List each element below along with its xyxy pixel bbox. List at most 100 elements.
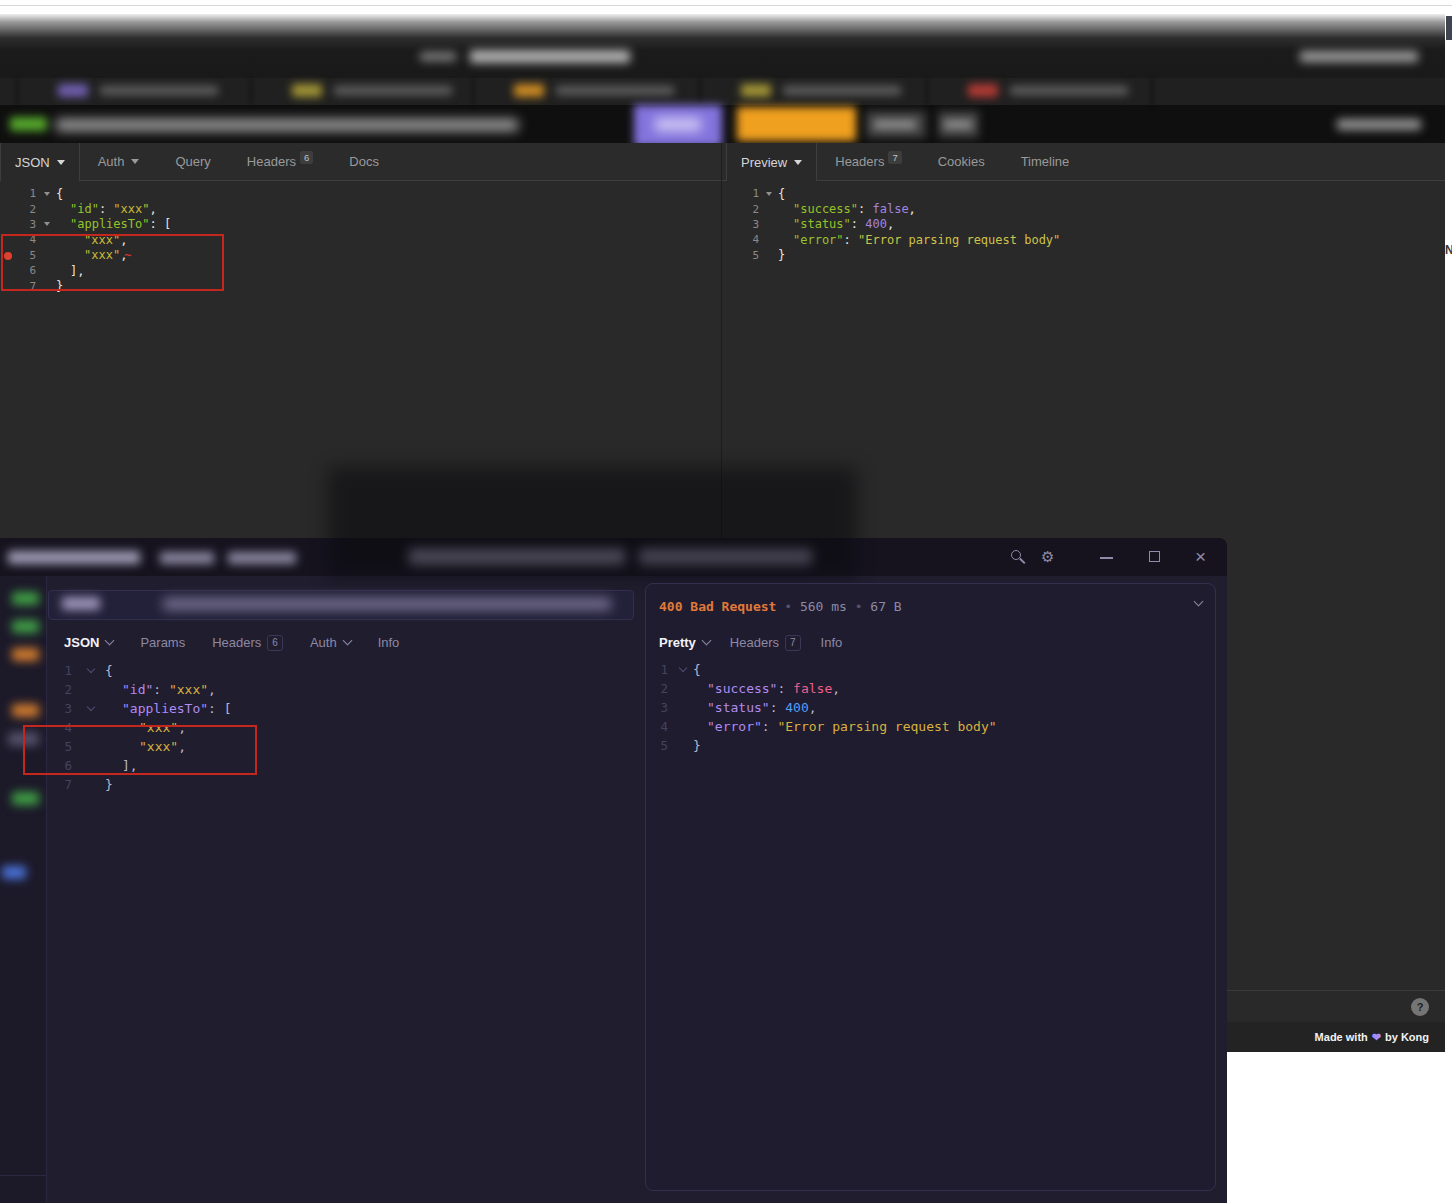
line-number: 5 (722, 249, 763, 262)
front-annotation-rectangle (23, 725, 257, 775)
tab-headers[interactable]: Headers7 (730, 635, 801, 651)
line-number: 2 (645, 681, 672, 696)
token-s: "xxx" (169, 682, 208, 697)
token-p: , (887, 217, 894, 231)
redacted-sidebar-method (2, 866, 26, 879)
tab-timeline[interactable]: Timeline (1003, 143, 1088, 180)
minimize-button[interactable] (1100, 557, 1113, 559)
redacted-overlay (328, 467, 857, 578)
redacted-orange-button[interactable] (737, 107, 856, 141)
code-line-1: 1{ (0, 186, 700, 201)
status-badge: 400 Bad Request (659, 599, 776, 614)
redacted-method-badge (968, 84, 998, 97)
fold-arrow-icon[interactable] (76, 707, 105, 710)
page-edge-tick (1446, 16, 1452, 40)
request-tab-bar: JSON Auth QueryHeaders6 Docs (0, 143, 721, 181)
redacted-front-title-2 (160, 552, 214, 564)
tab-info[interactable]: Info (378, 635, 400, 650)
token-p: : (99, 202, 113, 216)
token-k: "success" (793, 202, 858, 216)
line-number: 1 (0, 187, 40, 200)
fold-arrow-icon[interactable] (76, 669, 105, 672)
code-line-4: 4"error": "Error parsing request body" (645, 717, 1205, 736)
chevron-down-icon (794, 160, 802, 165)
tab-label: Auth (98, 154, 125, 169)
fold-arrow-icon[interactable] (40, 222, 54, 226)
code-line-7: 7} (51, 775, 631, 794)
token-p: : (153, 682, 169, 697)
code-line-2: 2"id": "xxx", (51, 680, 631, 699)
chevron-down-icon (701, 636, 711, 646)
tab-params[interactable]: Params (140, 635, 185, 650)
code-text: { (778, 187, 785, 201)
page-edge-letter: N (1445, 243, 1452, 257)
redacted-timestamp (1337, 119, 1421, 130)
fold-arrow-icon[interactable] (763, 192, 775, 196)
tab-info[interactable]: Info (821, 635, 843, 650)
tab-label: Cookies (938, 154, 985, 169)
tab-auth[interactable]: Auth (310, 635, 351, 650)
tab-label: Headers (730, 635, 779, 650)
tab-query[interactable]: Query (157, 143, 228, 180)
tab-pretty[interactable]: Pretty (659, 635, 710, 650)
token-p: { (56, 187, 63, 201)
tab-label: Info (378, 635, 400, 650)
response-tab-bar: PreviewHeaders7 Cookies Timeline (721, 143, 1445, 181)
token-p: : (851, 217, 865, 231)
chevron-down-icon (342, 636, 352, 646)
fold-arrow-icon[interactable] (40, 192, 54, 196)
token-p: : (858, 202, 872, 216)
tab-count-badge: 6 (267, 635, 283, 651)
help-button[interactable]: ? (1411, 998, 1429, 1016)
tab-auth[interactable]: Auth (80, 143, 158, 180)
redacted-method-badge (292, 84, 322, 97)
chevron-down-icon (105, 636, 115, 646)
close-button[interactable]: × (1195, 546, 1206, 568)
tab-headers[interactable]: Headers6 (229, 143, 331, 180)
tab-docs[interactable]: Docs (331, 143, 397, 180)
code-line-5: 5} (645, 736, 1205, 755)
token-k: "success" (707, 681, 777, 696)
gear-icon[interactable]: ⚙ (1041, 548, 1054, 566)
code-line-3: 3"status": 400, (645, 698, 1205, 717)
maximize-button[interactable] (1149, 551, 1160, 562)
code-line-1: 1{ (722, 186, 1422, 201)
code-text: "id": "xxx", (56, 202, 157, 216)
tab-headers[interactable]: Headers6 (212, 635, 283, 651)
response-body-viewer[interactable]: 1{2"success": false,3"status": 400,4"err… (722, 186, 1422, 263)
token-p: [ (164, 217, 171, 231)
redacted-small-button-label (874, 120, 916, 129)
token-p: , (149, 202, 156, 216)
front-response-tab-bar: Pretty Headers7 Info (659, 628, 842, 657)
tab-cookies[interactable]: Cookies (920, 143, 1003, 180)
sidebar-divider (0, 1175, 47, 1176)
code-text: } (105, 777, 113, 792)
token-p: : (149, 217, 163, 231)
response-size: 67 B (870, 599, 901, 614)
redacted-tab-label (334, 86, 452, 95)
tab-label: Docs (349, 154, 379, 169)
token-k: "status" (707, 700, 770, 715)
tab-json[interactable]: JSON (64, 635, 113, 650)
code-line-4: 4"error": "Error parsing request body" (722, 232, 1422, 247)
tab-label: Info (821, 635, 843, 650)
token-b: false (872, 202, 908, 216)
fold-arrow-icon[interactable] (672, 668, 693, 671)
code-text: { (105, 663, 113, 678)
tab-headers[interactable]: Headers7 (817, 143, 919, 180)
token-p: , (832, 681, 840, 696)
redacted-method-badge (58, 84, 88, 97)
token-k: "id" (122, 682, 153, 697)
code-text: { (56, 187, 63, 201)
code-text: "error": "Error parsing request body" (693, 719, 997, 734)
token-s: "Error parsing request body" (858, 233, 1060, 247)
redacted-url-text (56, 119, 518, 131)
tab-preview[interactable]: Preview (726, 143, 817, 181)
redacted-method-badge-url (10, 117, 47, 131)
code-text: "appliesTo": [ (105, 701, 232, 716)
token-p: , (809, 700, 817, 715)
redacted-method-label (62, 597, 100, 610)
code-text: "success": false, (693, 681, 840, 696)
tab-json[interactable]: JSON (0, 143, 80, 181)
front-response-body-viewer[interactable]: 1{2"success": false,3"status": 400,4"err… (645, 660, 1205, 755)
